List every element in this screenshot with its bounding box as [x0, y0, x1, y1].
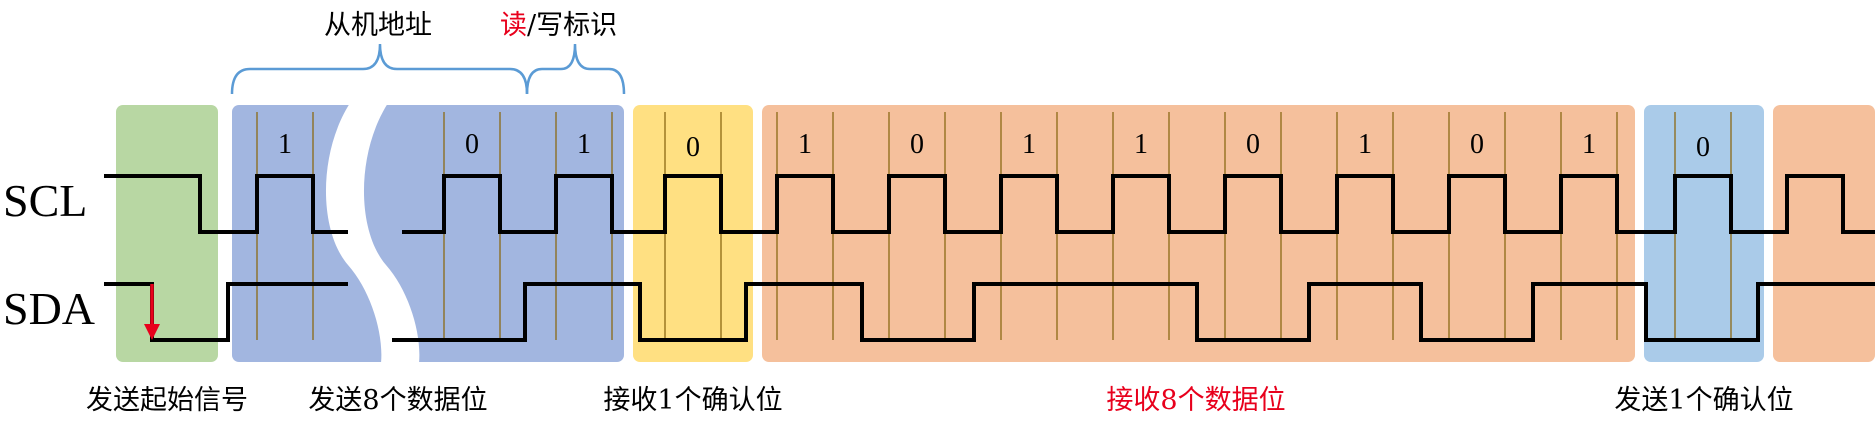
- start-caption: 发送起始信号: [86, 385, 248, 416]
- data-bit-label: 1: [1134, 129, 1148, 160]
- ack-send-bit-label: 0: [1696, 132, 1710, 163]
- write-mark: /写标识: [527, 10, 617, 41]
- data-bit-label: 0: [910, 129, 924, 160]
- sda-label: SDA: [3, 283, 95, 334]
- address-bit-label: 1: [278, 129, 292, 160]
- ack-receive-bit-label: 0: [686, 132, 700, 163]
- data-bit-label: 0: [1246, 129, 1260, 160]
- data-bit-label: 1: [798, 129, 812, 160]
- data-bit-label: 1: [1582, 129, 1596, 160]
- send-ack-caption: 发送1个确认位: [1614, 385, 1793, 416]
- rw-brace: [525, 43, 626, 95]
- data-bit-label: 1: [1022, 129, 1036, 160]
- send-data-caption: 发送8个数据位: [308, 385, 487, 416]
- read-mark: 读: [500, 10, 527, 41]
- rw-flag-label: 读/写标识: [500, 10, 617, 41]
- slave-address-label: 从机地址: [324, 10, 432, 41]
- slave-address-brace: [230, 43, 529, 95]
- data-bit-label: 1: [1358, 129, 1372, 160]
- data-bit-label: 0: [1470, 129, 1484, 160]
- rw-bit-label: 1: [577, 129, 591, 160]
- address-bit-label: 0: [465, 129, 479, 160]
- receive-data-caption: 接收8个数据位: [1106, 385, 1285, 416]
- i2c-timing-diagram: SCL SDA 1 0 1 0 1 0 1 1 0 1 0 1 0 从机地址 读…: [3, 10, 1875, 416]
- receive-ack-caption: 接收1个确认位: [603, 385, 782, 416]
- scl-label: SCL: [3, 175, 87, 226]
